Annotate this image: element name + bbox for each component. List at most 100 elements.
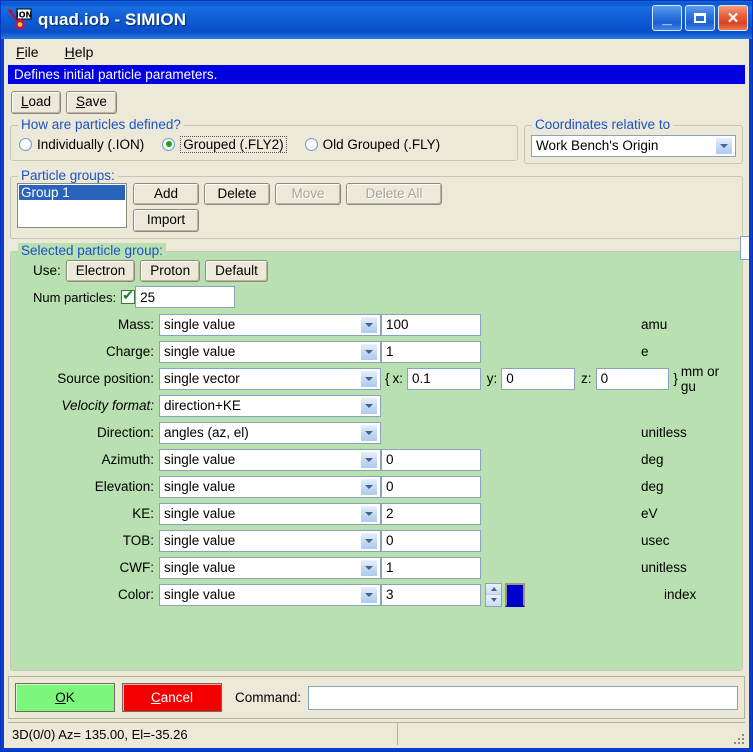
- num-particles-input[interactable]: 25: [135, 286, 236, 309]
- chevron-down-icon: [360, 477, 378, 496]
- direction-combobox[interactable]: angles (az, el): [159, 421, 381, 444]
- azimuth-value-input[interactable]: 0: [381, 448, 481, 471]
- color-mode-combobox[interactable]: single value: [159, 583, 381, 606]
- save-button[interactable]: Save: [66, 91, 117, 114]
- cwf-value-input[interactable]: 1: [381, 556, 481, 579]
- ke-value-input[interactable]: 2: [381, 502, 481, 525]
- num-particles-checkbox[interactable]: [121, 288, 136, 305]
- maximize-button[interactable]: [685, 5, 715, 31]
- close-icon: ✕: [726, 9, 740, 27]
- param-row-color: Color: single value 3 index: [17, 581, 736, 608]
- chevron-down-icon: [360, 504, 378, 523]
- cancel-button[interactable]: Cancel: [122, 683, 222, 712]
- command-input[interactable]: [308, 685, 738, 710]
- mass-value-input[interactable]: 100: [381, 313, 481, 336]
- mass-mode-combobox[interactable]: single value: [159, 313, 381, 336]
- chevron-down-icon: [360, 396, 378, 415]
- ke-label: KE:: [132, 506, 154, 522]
- cwf-mode-combobox[interactable]: single value: [159, 556, 381, 579]
- use-electron-button[interactable]: Electron: [65, 259, 136, 283]
- radio-individually[interactable]: Individually (.ION): [17, 136, 146, 153]
- velocity-format-combobox[interactable]: direction+KE: [159, 394, 381, 417]
- param-row-mass: Mass: single value 100 amu: [17, 311, 736, 338]
- chevron-down-icon: [715, 136, 733, 155]
- coordinates-title: Coordinates relative to: [532, 116, 674, 132]
- ke-mode-combobox[interactable]: single value: [159, 502, 381, 525]
- tob-label: TOB:: [122, 533, 154, 549]
- param-row-velocity-format: Velocity format: direction+KE: [17, 392, 736, 419]
- close-button[interactable]: ✕: [718, 5, 748, 31]
- mass-unit: amu: [641, 317, 668, 333]
- mass-label: Mass:: [117, 317, 154, 333]
- coordinates-value: Work Bench's Origin: [536, 138, 659, 154]
- add-group-button[interactable]: Add: [133, 182, 199, 206]
- resize-grip-icon[interactable]: [732, 732, 744, 744]
- delete-group-button[interactable]: Delete: [204, 182, 270, 206]
- velocity-format-value: direction+KE: [164, 398, 241, 414]
- tob-mode-combobox[interactable]: single value: [159, 529, 381, 552]
- definition-row: How are particles defined? Individually …: [10, 116, 743, 164]
- load-button[interactable]: Load: [11, 91, 62, 114]
- group-button-row-2: Import: [133, 209, 442, 232]
- selected-group-panel: Selected particle group: Use: Electron P…: [10, 242, 743, 671]
- source-position-x-input[interactable]: 0.1: [407, 367, 481, 390]
- use-proton-button[interactable]: Proton: [140, 259, 201, 283]
- direction-unit: unitless: [641, 425, 687, 441]
- source-position-z-input[interactable]: 0: [595, 367, 670, 390]
- azimuth-unit: deg: [641, 452, 664, 468]
- clipped-edge-control[interactable]: [740, 236, 749, 260]
- hint-bar: Defines initial particle parameters.: [8, 65, 745, 84]
- spinner-up-icon[interactable]: [486, 583, 501, 596]
- charge-mode-combobox[interactable]: single value: [159, 340, 381, 363]
- menu-bar: File Help: [4, 39, 749, 65]
- menu-help[interactable]: Help: [63, 42, 96, 62]
- group-button-row-1: Add Delete Move Delete All: [133, 182, 442, 206]
- source-position-unit: mm or gu: [680, 363, 720, 394]
- mass-mode-value: single value: [164, 317, 236, 333]
- charge-unit: e: [641, 344, 649, 360]
- coordinates-groupbox: Coordinates relative to Work Bench's Ori…: [524, 116, 743, 164]
- use-default-button[interactable]: Default: [205, 259, 268, 283]
- color-value-input[interactable]: 3: [381, 583, 481, 606]
- chevron-down-icon: [360, 585, 378, 604]
- radio-grouped-fly2-icon: [162, 137, 176, 151]
- minimize-button[interactable]: _: [652, 5, 682, 31]
- charge-value-input[interactable]: 1: [381, 340, 481, 363]
- source-position-mode-combobox[interactable]: single vector: [159, 367, 381, 390]
- import-group-button[interactable]: Import: [133, 209, 199, 232]
- elevation-mode-combobox[interactable]: single value: [159, 475, 381, 498]
- particle-groups-content: Group 1 Add Delete Move Delete All Impor…: [17, 182, 736, 232]
- color-spinner[interactable]: [485, 582, 502, 607]
- num-particles-row: Num particles: 25: [17, 286, 736, 309]
- delete-all-groups-button: Delete All: [346, 182, 442, 206]
- param-row-ke: KE: single value 2 eV: [17, 500, 736, 527]
- radio-individually-icon: [19, 137, 32, 151]
- particle-groups-listbox[interactable]: Group 1: [17, 182, 127, 228]
- coordinates-combobox[interactable]: Work Bench's Origin: [531, 134, 736, 157]
- azimuth-mode-value: single value: [164, 452, 236, 468]
- ok-button[interactable]: OK: [15, 683, 115, 712]
- title-bar: ION quad.iob - SIMION _ ✕: [1, 1, 752, 39]
- source-position-y-input[interactable]: 0: [501, 367, 576, 390]
- radio-old-grouped-fly[interactable]: Old Grouped (.FLY): [303, 136, 443, 153]
- color-swatch[interactable]: [505, 582, 525, 607]
- elevation-value-input[interactable]: 0: [381, 475, 481, 498]
- cwf-unit: unitless: [641, 560, 687, 576]
- azimuth-mode-combobox[interactable]: single value: [159, 448, 381, 471]
- azimuth-label: Azimuth:: [101, 452, 154, 468]
- vector-x-label: x:: [392, 371, 404, 387]
- tob-unit: usec: [641, 533, 670, 549]
- window-controls: _ ✕: [652, 5, 748, 31]
- menu-file[interactable]: File: [14, 42, 41, 62]
- list-item[interactable]: Group 1: [19, 184, 125, 200]
- tob-value-input[interactable]: 0: [381, 529, 481, 552]
- client-area: File Help Defines initial particle param…: [1, 39, 752, 751]
- selected-group-title: Selected particle group:: [18, 242, 166, 258]
- param-row-direction: Direction: angles (az, el) unitless: [17, 419, 736, 446]
- param-row-cwf: CWF: single value 1 unitless: [17, 554, 736, 581]
- vector-close-brace: }: [673, 371, 678, 387]
- radio-grouped-fly2[interactable]: Grouped (.FLY2): [160, 135, 288, 154]
- vector-z-label: z:: [581, 371, 592, 387]
- spinner-down-icon[interactable]: [486, 595, 501, 606]
- radio-grouped-fly2-label: Grouped (.FLY2): [180, 135, 287, 153]
